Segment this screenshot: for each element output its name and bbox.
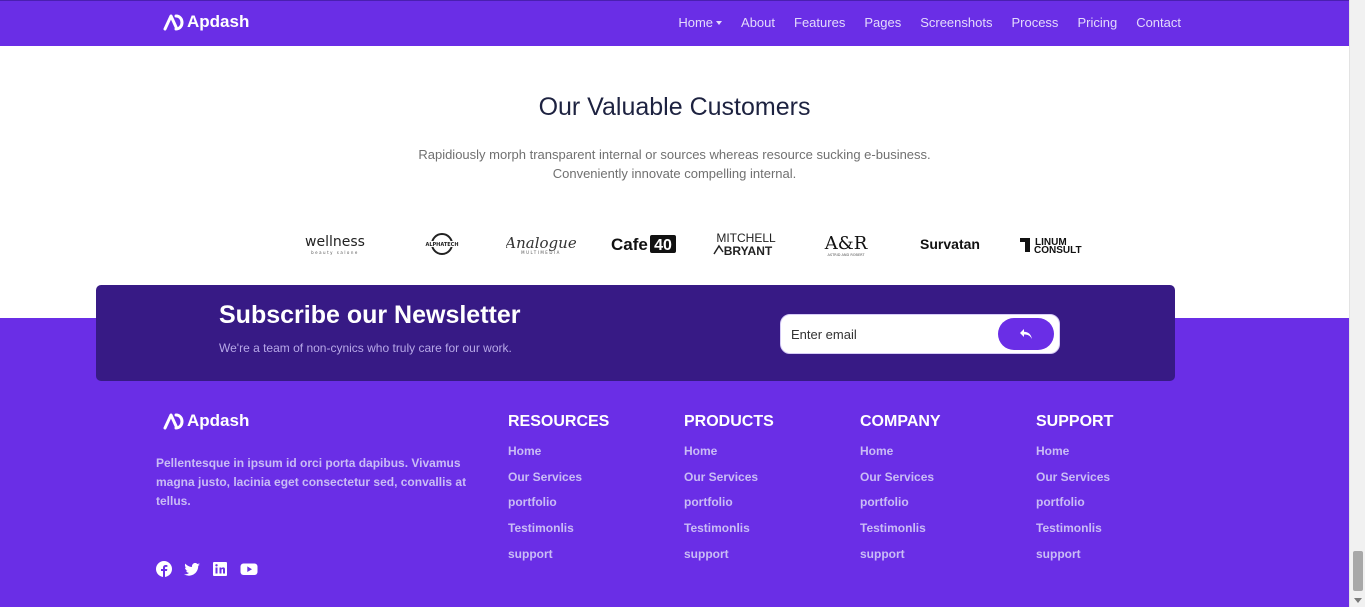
caret-down-icon — [716, 20, 723, 25]
nav-pages[interactable]: Pages — [864, 15, 901, 30]
customers-subtitle-line2: Conveniently innovate compelling interna… — [552, 166, 797, 181]
footer-link-support[interactable]: support — [508, 542, 609, 568]
footer-link-testimonials[interactable]: Testimonlis — [860, 516, 941, 542]
footer-col-products: PRODUCTS Home Our Services portfolio Tes… — [684, 413, 774, 567]
subscribe-button[interactable] — [998, 318, 1054, 350]
customers-subtitle-line1: Rapidiously morph transparent internal o… — [418, 147, 931, 162]
footer-link-home[interactable]: Home — [508, 439, 609, 465]
brand-name: Apdash — [187, 12, 250, 31]
logo-survatan: Survatan — [916, 228, 984, 260]
ar-logo-icon: A&R ASTRID AND ROBERT — [824, 233, 868, 257]
footer-link-portfolio[interactable]: portfolio — [1036, 490, 1113, 516]
nav-features[interactable]: Features — [794, 15, 845, 30]
svg-text:CONSULT: CONSULT — [1034, 245, 1082, 256]
alphatech-logo-icon: ALPHATECH — [422, 233, 462, 255]
logo-cafe40: Cafe 40 — [608, 228, 678, 260]
footer-col-resources: RESOURCES Home Our Services portfolio Te… — [508, 413, 609, 567]
top-navbar: Apdash Home About Features Pages Screens… — [0, 0, 1349, 46]
svg-text:BRYANT: BRYANT — [724, 244, 773, 258]
svg-text:40: 40 — [654, 237, 672, 254]
nav-home-label: Home — [678, 15, 714, 30]
facebook-icon[interactable] — [156, 561, 172, 577]
footer-col-title: COMPANY — [860, 413, 941, 430]
footer-link-home[interactable]: Home — [684, 439, 774, 465]
newsletter-form — [780, 314, 1060, 354]
newsletter-box: Subscribe our Newsletter We're a team of… — [96, 285, 1175, 381]
linum-consult-logo-icon: LINUM CONSULT — [1020, 237, 1082, 256]
linkedin-icon[interactable] — [212, 561, 228, 577]
logo-mitchell-bryant: MITCHELL BRYANT — [710, 228, 782, 260]
footer-link-portfolio[interactable]: portfolio — [684, 490, 774, 516]
customer-logos: wellness beauty salone ALPHATECH Analogu… — [296, 228, 1096, 260]
brand-logo[interactable]: Apdash — [163, 12, 249, 32]
footer-brand-mark-icon — [163, 413, 184, 430]
scroll-down-arrow-icon[interactable] — [1354, 598, 1362, 603]
svg-text:beauty salone: beauty salone — [311, 250, 359, 255]
newsletter-subtitle: We're a team of non-cynics who truly car… — [219, 341, 512, 355]
footer-col-company: COMPANY Home Our Services portfolio Test… — [860, 413, 941, 567]
footer-col-title: RESOURCES — [508, 413, 610, 430]
footer-col-title: PRODUCTS — [684, 413, 774, 430]
footer-link-portfolio[interactable]: portfolio — [860, 490, 941, 516]
footer-col-support: SUPPORT Home Our Services portfolio Test… — [1036, 413, 1113, 567]
footer-link-our-services[interactable]: Our Services — [508, 465, 609, 491]
nav-home[interactable]: Home — [678, 15, 723, 30]
nav-pricing[interactable]: Pricing — [1077, 15, 1117, 30]
footer-link-our-services[interactable]: Our Services — [1036, 465, 1113, 491]
youtube-icon[interactable] — [240, 561, 258, 577]
logo-linum-consult: LINUM CONSULT — [1018, 228, 1088, 260]
footer-col-title: SUPPORT — [1036, 413, 1114, 430]
svg-text:ASTRID AND ROBERT: ASTRID AND ROBERT — [828, 253, 866, 257]
page-scrollbar[interactable] — [1349, 0, 1365, 607]
customers-subtitle: Rapidiously morph transparent internal o… — [0, 145, 1349, 183]
footer-link-home[interactable]: Home — [1036, 439, 1113, 465]
nav-contact[interactable]: Contact — [1136, 15, 1181, 30]
footer-link-support[interactable]: support — [1036, 542, 1113, 568]
mitchell-bryant-logo-icon: MITCHELL BRYANT — [713, 231, 776, 258]
svg-text:Cafe: Cafe — [611, 235, 648, 254]
nav-about[interactable]: About — [741, 15, 775, 30]
analogue-logo-icon: Analogue MULTIMEDIA — [506, 234, 576, 255]
logo-analogue: Analogue MULTIMEDIA — [506, 228, 576, 260]
alphatech-logo-text: ALPHATECH — [425, 242, 458, 248]
svg-text:MULTIMEDIA: MULTIMEDIA — [521, 250, 561, 255]
logo-alphatech: ALPHATECH — [412, 228, 472, 260]
footer-link-support[interactable]: support — [684, 542, 774, 568]
footer-link-portfolio[interactable]: portfolio — [508, 490, 609, 516]
brand-mark-icon — [163, 14, 184, 31]
cafe40-logo-icon: Cafe 40 — [611, 235, 676, 254]
email-input[interactable] — [791, 315, 991, 353]
footer-link-our-services[interactable]: Our Services — [860, 465, 941, 491]
footer-brand-name: Apdash — [187, 411, 250, 430]
customers-title: Our Valuable Customers — [538, 93, 811, 121]
newsletter-title: Subscribe our Newsletter — [219, 301, 521, 329]
survatan-logo-text: Survatan — [920, 236, 980, 252]
footer-link-support[interactable]: support — [860, 542, 941, 568]
reply-arrow-icon — [1020, 329, 1032, 339]
footer-description: Pellentesque in ipsum id orci porta dapi… — [156, 456, 467, 508]
footer-link-testimonials[interactable]: Testimonlis — [508, 516, 609, 542]
footer-link-testimonials[interactable]: Testimonlis — [1036, 516, 1113, 542]
nav-process[interactable]: Process — [1011, 15, 1058, 30]
footer-link-testimonials[interactable]: Testimonlis — [684, 516, 774, 542]
wellness-logo-icon: wellness beauty salone — [305, 234, 365, 255]
social-links — [156, 561, 258, 577]
nav-links: Home About Features Pages Screenshots Pr… — [659, 15, 1181, 30]
svg-text:MITCHELL: MITCHELL — [716, 231, 776, 245]
footer-brand-logo[interactable]: Apdash — [163, 411, 249, 431]
survatan-logo-icon: Survatan — [920, 236, 980, 252]
nav-screenshots[interactable]: Screenshots — [920, 15, 992, 30]
svg-text:A&R: A&R — [824, 233, 868, 254]
wellness-logo-text: wellness — [305, 234, 365, 250]
logo-wellness: wellness beauty salone — [296, 228, 374, 260]
footer-link-home[interactable]: Home — [860, 439, 941, 465]
logo-ar: A&R ASTRID AND ROBERT — [818, 228, 874, 260]
twitter-icon[interactable] — [184, 561, 200, 577]
scrollbar-thumb[interactable] — [1353, 551, 1363, 591]
footer-link-our-services[interactable]: Our Services — [684, 465, 774, 491]
